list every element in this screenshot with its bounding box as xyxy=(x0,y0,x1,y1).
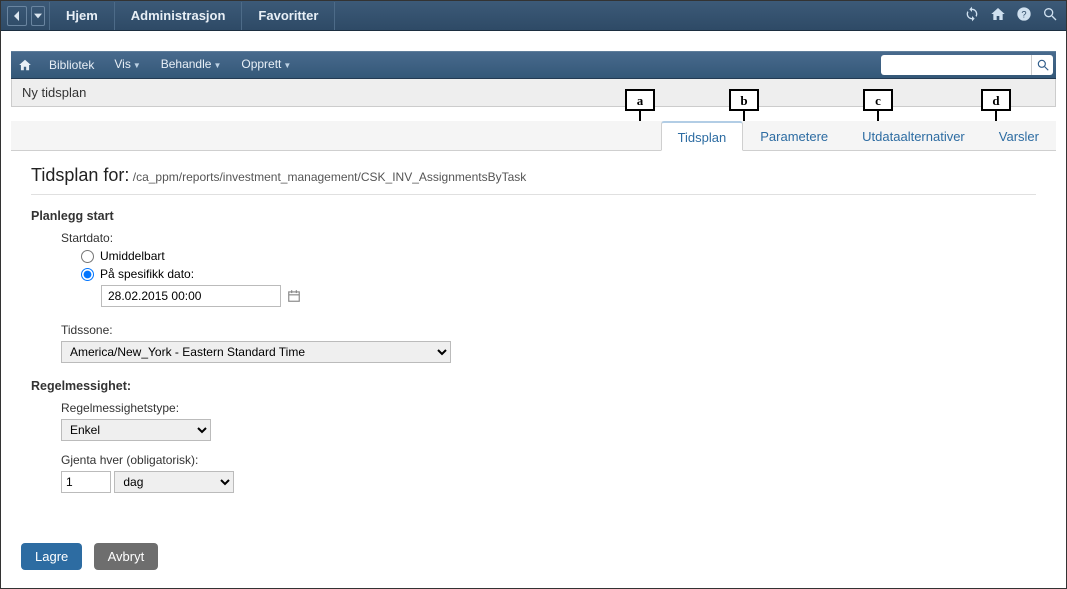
radio-specific-date[interactable] xyxy=(81,268,94,281)
home-icon[interactable] xyxy=(990,6,1006,25)
heading-path: /ca_ppm/reports/investment_management/CS… xyxy=(133,170,527,184)
main-area: Tidsplan for: /ca_ppm/reports/investment… xyxy=(11,151,1056,531)
repeat-value-input[interactable] xyxy=(61,471,111,493)
back-button[interactable] xyxy=(7,6,27,26)
radio-immediate-label: Umiddelbart xyxy=(100,249,165,263)
svg-text:?: ? xyxy=(1021,9,1026,19)
top-nav: Hjem Administrasjon Favoritter ? xyxy=(1,1,1066,31)
toolbar-create[interactable]: Opprett▼ xyxy=(231,50,301,80)
search-icon-top[interactable] xyxy=(1042,6,1058,25)
section-recurrence: Regelmessighet: xyxy=(31,379,1036,393)
back-history-dropdown[interactable] xyxy=(31,6,45,26)
nav-favorites[interactable]: Favoritter xyxy=(244,1,332,31)
search-button[interactable] xyxy=(1031,55,1053,75)
callout-c: c xyxy=(863,89,893,111)
recurrence-type-select[interactable]: Enkel xyxy=(61,419,211,441)
nav-administration[interactable]: Administrasjon xyxy=(117,1,240,31)
date-input[interactable] xyxy=(101,285,281,307)
page-title-bar: Ny tidsplan xyxy=(11,79,1056,107)
repeat-label: Gjenta hver (obligatorisk): xyxy=(61,453,1036,467)
footer: Lagre Avbryt xyxy=(11,537,1056,576)
callout-b: b xyxy=(729,89,759,111)
cancel-button[interactable]: Avbryt xyxy=(94,543,159,570)
home-button[interactable] xyxy=(11,58,39,72)
callout-d: d xyxy=(981,89,1011,111)
refresh-icon[interactable] xyxy=(964,6,980,25)
radio-immediate[interactable] xyxy=(81,250,94,263)
timezone-label: Tidssone: xyxy=(61,323,1036,337)
toolbar-library[interactable]: Bibliotek xyxy=(39,51,104,79)
repeat-unit-select[interactable]: dag xyxy=(114,471,234,493)
radio-specific-label: På spesifikk dato: xyxy=(100,267,194,281)
toolbar-view[interactable]: Vis▼ xyxy=(104,50,150,80)
page-title: Ny tidsplan xyxy=(22,85,86,100)
toolbar-manage[interactable]: Behandle▼ xyxy=(151,50,232,80)
toolbar: Bibliotek Vis▼ Behandle▼ Opprett▼ xyxy=(11,51,1056,79)
calendar-icon[interactable] xyxy=(287,289,301,303)
search-input[interactable] xyxy=(881,55,1031,75)
callout-row: a b c d xyxy=(11,107,1056,147)
recurrence-type-label: Regelmessighetstype: xyxy=(61,401,1036,415)
callout-a: a xyxy=(625,89,655,111)
save-button[interactable]: Lagre xyxy=(21,543,82,570)
startdate-label: Startdato: xyxy=(61,231,1036,245)
timezone-select[interactable]: America/New_York - Eastern Standard Time xyxy=(61,341,451,363)
heading-prefix: Tidsplan for: xyxy=(31,165,129,185)
help-icon[interactable]: ? xyxy=(1016,6,1032,25)
nav-home[interactable]: Hjem xyxy=(52,1,112,31)
section-schedule-start: Planlegg start xyxy=(31,209,1036,223)
